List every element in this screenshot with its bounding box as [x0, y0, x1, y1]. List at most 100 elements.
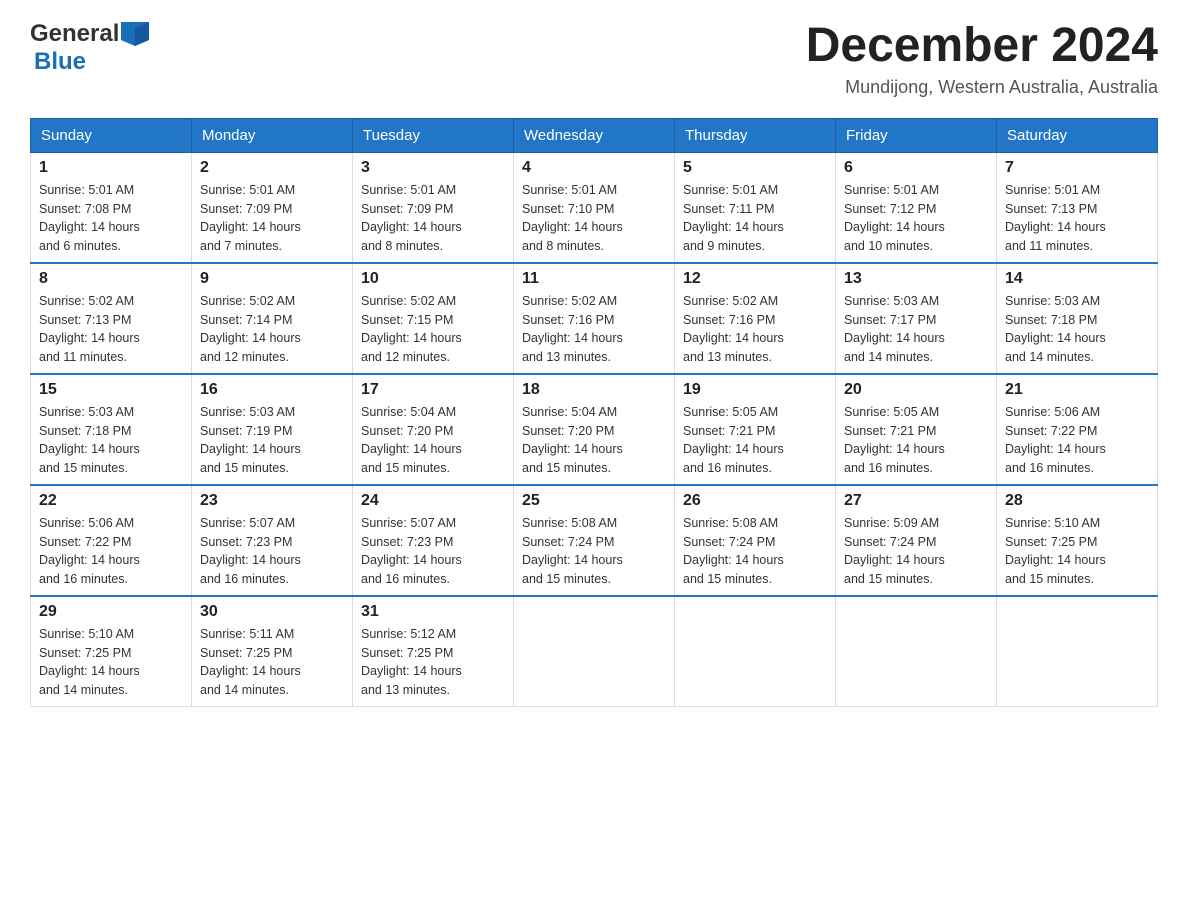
day-number: 15 [39, 381, 183, 399]
calendar-week-row: 22 Sunrise: 5:06 AMSunset: 7:22 PMDayligh… [31, 485, 1158, 596]
calendar-cell: 30Sunrise: 5:11 AMSunset: 7:25 PMDayligh… [192, 596, 353, 707]
day-number: 12 [683, 270, 827, 288]
day-info: Sunrise: 5:02 AMSunset: 7:16 PMDaylight:… [522, 292, 666, 367]
calendar-header-thursday: Thursday [675, 118, 836, 152]
title-area: December 2024 Mundijong, Western Austral… [806, 20, 1158, 98]
day-info: Sunrise: 5:06 AMSunset: 7:22 PMDaylight:… [1005, 403, 1149, 478]
day-number: 14 [1005, 270, 1149, 288]
day-info: Sunrise: 5:01 AMSunset: 7:12 PMDaylight:… [844, 181, 988, 256]
page-header: General Blue December 2024 Mundijong, We… [30, 20, 1158, 98]
calendar-cell: 12 Sunrise: 5:02 AMSunset: 7:16 PMDayligh… [675, 263, 836, 374]
calendar-cell: 28 Sunrise: 5:10 AMSunset: 7:25 PMDayligh… [997, 485, 1158, 596]
day-info: Sunrise: 5:10 AMSunset: 7:25 PMDaylight:… [39, 625, 183, 700]
day-info: Sunrise: 5:08 AMSunset: 7:24 PMDaylight:… [522, 514, 666, 589]
logo-blue-text: Blue [34, 48, 86, 76]
day-number: 25 [522, 492, 666, 510]
day-number: 6 [844, 159, 988, 177]
day-number: 4 [522, 159, 666, 177]
day-info: Sunrise: 5:04 AMSunset: 7:20 PMDaylight:… [361, 403, 505, 478]
calendar-cell: 31Sunrise: 5:12 AMSunset: 7:25 PMDayligh… [353, 596, 514, 707]
calendar-cell: 17 Sunrise: 5:04 AMSunset: 7:20 PMDayligh… [353, 374, 514, 485]
day-info: Sunrise: 5:01 AMSunset: 7:09 PMDaylight:… [361, 181, 505, 256]
calendar-cell [997, 596, 1158, 707]
day-info: Sunrise: 5:03 AMSunset: 7:17 PMDaylight:… [844, 292, 988, 367]
day-number: 8 [39, 270, 183, 288]
day-number: 7 [1005, 159, 1149, 177]
day-info: Sunrise: 5:07 AMSunset: 7:23 PMDaylight:… [200, 514, 344, 589]
calendar-header-row: SundayMondayTuesdayWednesdayThursdayFrid… [31, 118, 1158, 152]
day-number: 22 [39, 492, 183, 510]
day-info: Sunrise: 5:05 AMSunset: 7:21 PMDaylight:… [844, 403, 988, 478]
day-number: 18 [522, 381, 666, 399]
logo-arrow-icon [121, 22, 149, 46]
day-number: 16 [200, 381, 344, 399]
day-info: Sunrise: 5:01 AMSunset: 7:13 PMDaylight:… [1005, 181, 1149, 256]
day-number: 11 [522, 270, 666, 288]
calendar-cell: 11 Sunrise: 5:02 AMSunset: 7:16 PMDayligh… [514, 263, 675, 374]
day-info: Sunrise: 5:02 AMSunset: 7:14 PMDaylight:… [200, 292, 344, 367]
calendar-cell [836, 596, 997, 707]
day-info: Sunrise: 5:06 AMSunset: 7:22 PMDaylight:… [39, 514, 183, 589]
day-info: Sunrise: 5:02 AMSunset: 7:16 PMDaylight:… [683, 292, 827, 367]
calendar-cell: 2Sunrise: 5:01 AMSunset: 7:09 PMDaylight… [192, 152, 353, 263]
calendar-cell: 1 Sunrise: 5:01 AMSunset: 7:08 PMDaylight… [31, 152, 192, 263]
calendar-cell: 20 Sunrise: 5:05 AMSunset: 7:21 PMDayligh… [836, 374, 997, 485]
day-info: Sunrise: 5:03 AMSunset: 7:18 PMDaylight:… [1005, 292, 1149, 367]
calendar-cell: 8 Sunrise: 5:02 AMSunset: 7:13 PMDaylight… [31, 263, 192, 374]
day-info: Sunrise: 5:09 AMSunset: 7:24 PMDaylight:… [844, 514, 988, 589]
calendar-week-row: 8 Sunrise: 5:02 AMSunset: 7:13 PMDaylight… [31, 263, 1158, 374]
calendar-cell: 10Sunrise: 5:02 AMSunset: 7:15 PMDayligh… [353, 263, 514, 374]
calendar-cell [514, 596, 675, 707]
calendar-header-sunday: Sunday [31, 118, 192, 152]
calendar-cell: 23 Sunrise: 5:07 AMSunset: 7:23 PMDayligh… [192, 485, 353, 596]
day-number: 20 [844, 381, 988, 399]
day-info: Sunrise: 5:02 AMSunset: 7:15 PMDaylight:… [361, 292, 505, 367]
calendar-cell: 21 Sunrise: 5:06 AMSunset: 7:22 PMDayligh… [997, 374, 1158, 485]
day-number: 13 [844, 270, 988, 288]
day-info: Sunrise: 5:01 AMSunset: 7:09 PMDaylight:… [200, 181, 344, 256]
day-number: 27 [844, 492, 988, 510]
day-info: Sunrise: 5:07 AMSunset: 7:23 PMDaylight:… [361, 514, 505, 589]
calendar-cell: 7 Sunrise: 5:01 AMSunset: 7:13 PMDaylight… [997, 152, 1158, 263]
calendar-cell: 9 Sunrise: 5:02 AMSunset: 7:14 PMDaylight… [192, 263, 353, 374]
day-info: Sunrise: 5:10 AMSunset: 7:25 PMDaylight:… [1005, 514, 1149, 589]
location-subtitle: Mundijong, Western Australia, Australia [806, 77, 1158, 98]
day-number: 23 [200, 492, 344, 510]
logo-general-text: General [30, 20, 119, 48]
calendar-cell: 6 Sunrise: 5:01 AMSunset: 7:12 PMDaylight… [836, 152, 997, 263]
day-number: 31 [361, 603, 505, 621]
day-number: 19 [683, 381, 827, 399]
calendar-header-wednesday: Wednesday [514, 118, 675, 152]
day-info: Sunrise: 5:03 AMSunset: 7:19 PMDaylight:… [200, 403, 344, 478]
calendar-cell: 18Sunrise: 5:04 AMSunset: 7:20 PMDayligh… [514, 374, 675, 485]
calendar-week-row: 15 Sunrise: 5:03 AMSunset: 7:18 PMDayligh… [31, 374, 1158, 485]
calendar-cell: 5 Sunrise: 5:01 AMSunset: 7:11 PMDaylight… [675, 152, 836, 263]
day-number: 24 [361, 492, 505, 510]
calendar-table: SundayMondayTuesdayWednesdayThursdayFrid… [30, 118, 1158, 707]
day-info: Sunrise: 5:01 AMSunset: 7:08 PMDaylight:… [39, 181, 183, 256]
day-number: 28 [1005, 492, 1149, 510]
day-info: Sunrise: 5:01 AMSunset: 7:10 PMDaylight:… [522, 181, 666, 256]
calendar-cell: 4 Sunrise: 5:01 AMSunset: 7:10 PMDaylight… [514, 152, 675, 263]
day-number: 9 [200, 270, 344, 288]
day-info: Sunrise: 5:03 AMSunset: 7:18 PMDaylight:… [39, 403, 183, 478]
day-info: Sunrise: 5:11 AMSunset: 7:25 PMDaylight:… [200, 625, 344, 700]
calendar-cell: 22 Sunrise: 5:06 AMSunset: 7:22 PMDayligh… [31, 485, 192, 596]
day-number: 1 [39, 159, 183, 177]
day-number: 21 [1005, 381, 1149, 399]
logo: General Blue [30, 20, 149, 76]
calendar-cell: 27 Sunrise: 5:09 AMSunset: 7:24 PMDayligh… [836, 485, 997, 596]
day-number: 29 [39, 603, 183, 621]
day-number: 5 [683, 159, 827, 177]
calendar-week-row: 1 Sunrise: 5:01 AMSunset: 7:08 PMDaylight… [31, 152, 1158, 263]
calendar-week-row: 29 Sunrise: 5:10 AMSunset: 7:25 PMDayligh… [31, 596, 1158, 707]
calendar-cell: 16 Sunrise: 5:03 AMSunset: 7:19 PMDayligh… [192, 374, 353, 485]
day-info: Sunrise: 5:01 AMSunset: 7:11 PMDaylight:… [683, 181, 827, 256]
day-number: 17 [361, 381, 505, 399]
calendar-cell: 14 Sunrise: 5:03 AMSunset: 7:18 PMDayligh… [997, 263, 1158, 374]
calendar-cell: 29 Sunrise: 5:10 AMSunset: 7:25 PMDayligh… [31, 596, 192, 707]
calendar-cell: 19Sunrise: 5:05 AMSunset: 7:21 PMDayligh… [675, 374, 836, 485]
calendar-cell: 3Sunrise: 5:01 AMSunset: 7:09 PMDaylight… [353, 152, 514, 263]
day-info: Sunrise: 5:02 AMSunset: 7:13 PMDaylight:… [39, 292, 183, 367]
calendar-header-friday: Friday [836, 118, 997, 152]
